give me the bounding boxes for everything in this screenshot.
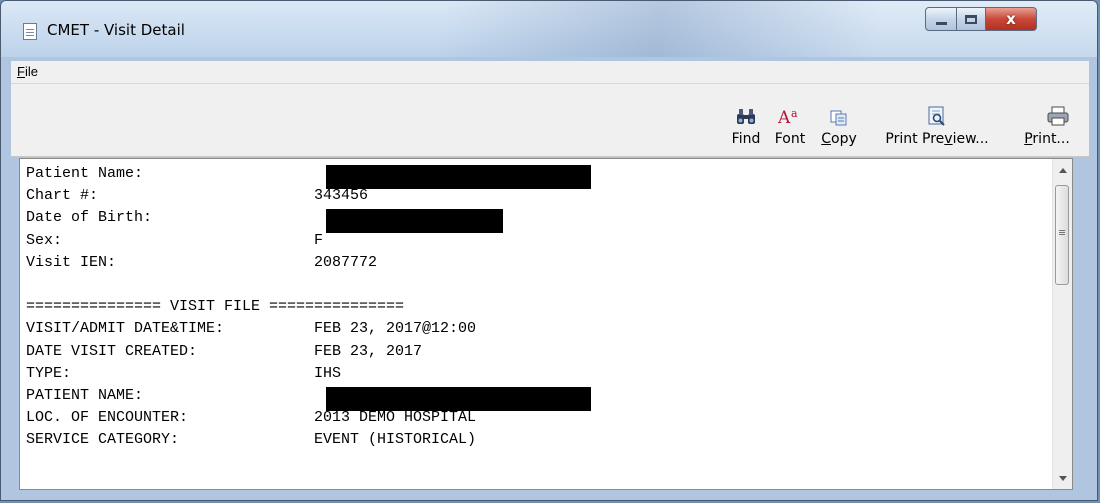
report-line: Visit IEN: 2087772: [26, 252, 1052, 274]
field-value: FEB 23, 2017@12:00: [314, 320, 477, 338]
scroll-up-button[interactable]: [1053, 161, 1072, 179]
arrow-up-icon: [1058, 167, 1067, 173]
report-line: Patient Name:: [26, 163, 1052, 189]
report-line: VISIT/ADMIT DATE&TIME: FEB 23, 2017@12:00: [26, 318, 1052, 340]
close-icon: x: [1006, 10, 1016, 28]
document-icon: [23, 23, 37, 40]
maximize-button[interactable]: [956, 7, 986, 31]
print-preview-button[interactable]: Print Preview...: [867, 100, 1007, 147]
field-value: EVENT (HISTORICAL): [314, 431, 477, 449]
field-label: DATE VISIT CREATED:: [26, 342, 198, 360]
visit-detail-window: CMET - Visit Detail x File Find Aa Font: [0, 0, 1098, 501]
field-label: Chart #:: [26, 187, 99, 205]
toolbar: Find Aa Font Copy Print Preview... Print…: [11, 84, 1089, 157]
report-line: DATE VISIT CREATED: FEB 23, 2017: [26, 341, 1052, 363]
menu-file[interactable]: File: [17, 61, 38, 83]
field-label: TYPE:: [26, 364, 72, 382]
field-value: IHS: [314, 364, 342, 382]
field-label: VISIT/ADMIT DATE&TIME:: [26, 320, 225, 338]
close-button[interactable]: x: [985, 7, 1037, 31]
field-value: F: [314, 231, 324, 249]
field-value: FEB 23, 2017: [314, 342, 423, 360]
report-line: [26, 274, 1052, 296]
field-label: Visit IEN:: [26, 253, 117, 271]
report-line: LOC. OF ENCOUNTER: 2013 DEMO HOSPITAL: [26, 407, 1052, 429]
field-label: =============== VISIT FILE =============…: [26, 298, 405, 316]
report-line: TYPE: IHS: [26, 363, 1052, 385]
print-preview-icon: [867, 100, 1007, 126]
visit-detail-text[interactable]: Patient Name: Chart #: 343456 Date of Birth…: [19, 158, 1073, 490]
report-line: Chart #: 343456: [26, 185, 1052, 207]
field-label: Date of Birth:: [26, 209, 153, 227]
font-button[interactable]: Aa Font: [771, 100, 809, 147]
field-label: PATIENT NAME:: [26, 386, 144, 404]
report-text-area[interactable]: Patient Name: Chart #: 343456 Date of Birth…: [26, 163, 1052, 489]
field-label: SERVICE CATEGORY:: [26, 431, 180, 449]
grip-icon: [1059, 230, 1065, 231]
report-line: Sex: F: [26, 230, 1052, 252]
field-label: Patient Name:: [26, 165, 144, 182]
report-line: SERVICE CATEGORY: EVENT (HISTORICAL): [26, 429, 1052, 451]
font-icon: Aa: [771, 100, 809, 126]
minimize-button[interactable]: [925, 7, 957, 31]
field-label: Sex:: [26, 231, 63, 249]
field-label: LOC. OF ENCOUNTER:: [26, 409, 189, 427]
svg-text:A: A: [778, 108, 791, 126]
svg-text:a: a: [791, 107, 798, 120]
scroll-thumb[interactable]: [1055, 185, 1069, 285]
title-bar[interactable]: CMET - Visit Detail x: [1, 1, 1097, 57]
scroll-down-button[interactable]: [1053, 469, 1072, 487]
find-button[interactable]: Find: [729, 100, 763, 147]
printer-icon: [1017, 100, 1077, 126]
report-line: =============== VISIT FILE =============…: [26, 296, 1052, 318]
report-line: Date of Birth:: [26, 207, 1052, 234]
minimize-icon: [935, 21, 947, 25]
field-value: 343456: [314, 187, 369, 205]
print-button[interactable]: Print...: [1017, 100, 1077, 147]
copy-icon: [817, 100, 861, 126]
menu-bar: File: [11, 61, 1089, 84]
field-value: 2013 DEMO HOSPITAL: [314, 409, 477, 427]
binoculars-icon: [729, 100, 763, 126]
field-value: 2087772: [314, 253, 378, 271]
report-line: PATIENT NAME:: [26, 385, 1052, 411]
arrow-down-icon: [1058, 475, 1067, 481]
maximize-icon: [965, 14, 977, 24]
vertical-scrollbar[interactable]: [1052, 159, 1072, 489]
copy-button[interactable]: Copy: [817, 100, 861, 147]
window-title: CMET - Visit Detail: [47, 21, 185, 39]
